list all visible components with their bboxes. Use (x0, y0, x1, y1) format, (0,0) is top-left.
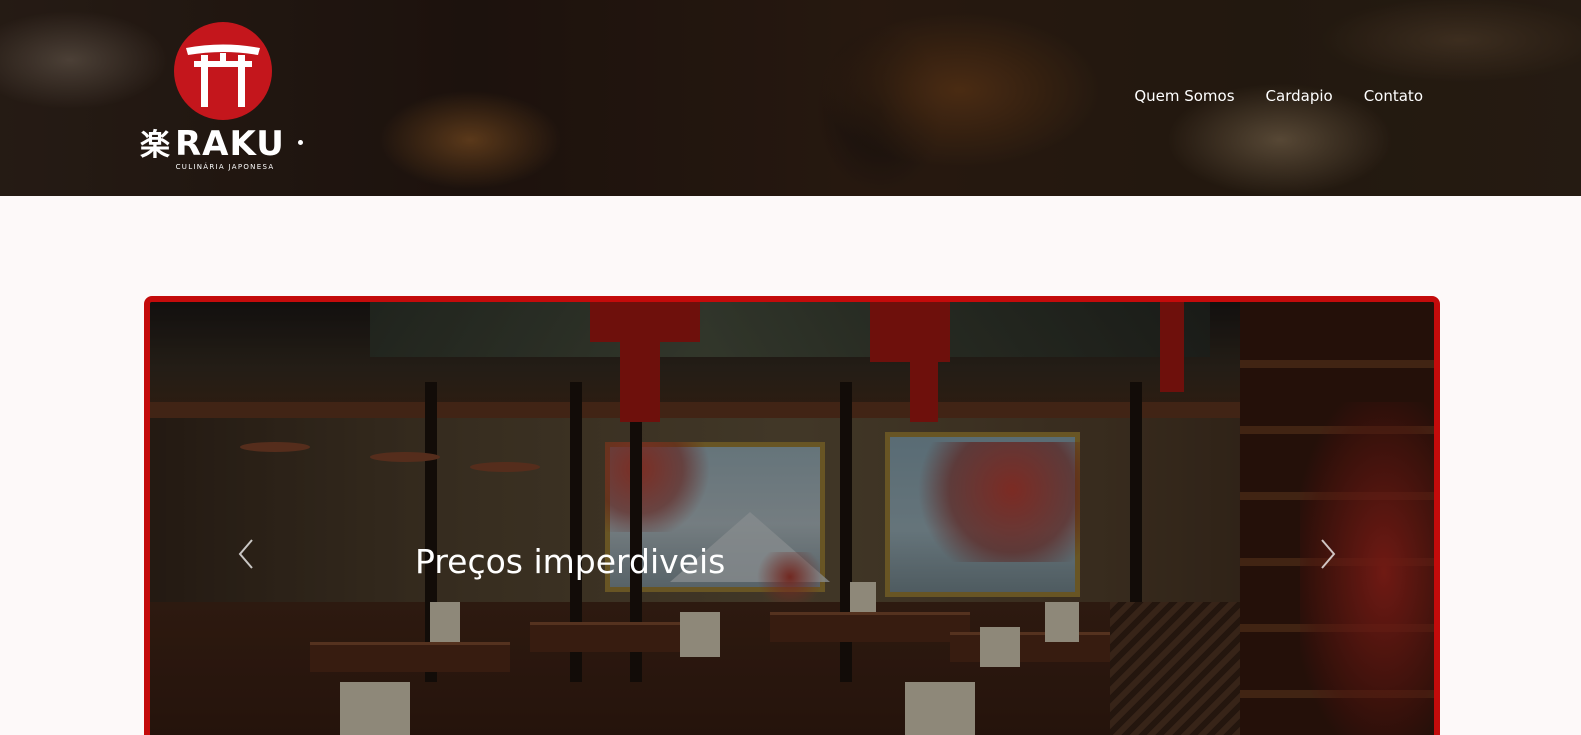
main-nav: Quem Somos Cardapio Contato (1134, 86, 1423, 106)
logo-tagline: CULINÁRIA JAPONESA (175, 163, 275, 171)
carousel-caption: Preços imperdiveis (415, 542, 726, 581)
brand-logo[interactable]: 楽 RAKU CULINÁRIA JAPONESA (140, 20, 310, 175)
logo-wordmark: 楽 RAKU (140, 124, 310, 164)
carousel-dark-overlay (150, 302, 1434, 735)
nav-link-cardapio[interactable]: Cardapio (1266, 86, 1333, 106)
site-header: 楽 RAKU CULINÁRIA JAPONESA Quem Somos Card… (0, 0, 1581, 196)
carousel-prev-button[interactable] (234, 534, 258, 574)
nav-link-contato[interactable]: Contato (1364, 86, 1423, 106)
logo-kanji: 楽 (140, 128, 171, 163)
logo-red-circle (174, 22, 272, 120)
logo-dot (298, 140, 303, 145)
nav-link-quem-somos[interactable]: Quem Somos (1134, 86, 1234, 106)
carousel-next-button[interactable] (1316, 534, 1340, 574)
hero-carousel: Preços imperdiveis (144, 296, 1440, 735)
chevron-right-icon (1321, 539, 1336, 569)
chevron-left-icon (238, 539, 253, 569)
logo-name: RAKU (175, 124, 285, 164)
torii-gate-icon (186, 44, 260, 107)
